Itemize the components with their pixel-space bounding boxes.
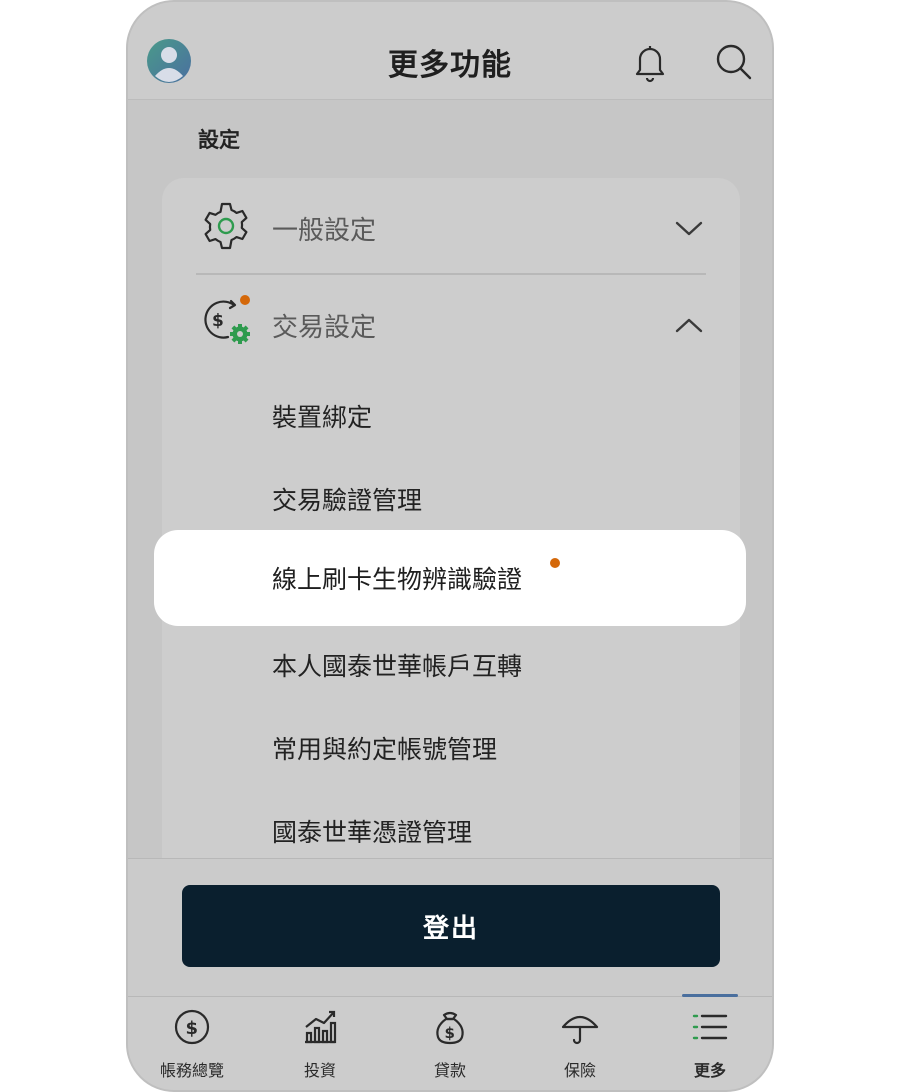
nav-label: 投資 bbox=[303, 1061, 336, 1080]
section-title-settings: 設定 bbox=[198, 128, 240, 152]
transaction-settings-row[interactable]: $ 交易設定 bbox=[162, 275, 740, 370]
general-settings-row[interactable]: 一般設定 bbox=[162, 178, 740, 275]
chevron-up-icon[interactable] bbox=[674, 315, 704, 335]
highlighted-item-online-card-biometric[interactable]: 線上刷卡生物辨識驗證 bbox=[154, 530, 746, 626]
sub-item-online-card-biometric-label: 線上刷卡生物辨識驗證 bbox=[272, 565, 523, 594]
nav-item-account-overview[interactable]: $ 帳務總覽 bbox=[128, 997, 256, 1090]
search-icon[interactable] bbox=[712, 40, 756, 84]
transaction-settings-label: 交易設定 bbox=[272, 313, 377, 343]
bell-icon[interactable] bbox=[628, 40, 672, 84]
menu-list-icon bbox=[692, 1014, 728, 1040]
page-title: 更多功能 bbox=[388, 48, 512, 83]
bar-chart-icon bbox=[305, 1010, 337, 1044]
nav-item-loans[interactable]: $ 貸款 bbox=[386, 997, 514, 1090]
nav-label: 貸款 bbox=[433, 1061, 466, 1080]
general-settings-label: 一般設定 bbox=[272, 216, 377, 246]
svg-text:$: $ bbox=[212, 311, 224, 331]
logout-button[interactable]: 登出 bbox=[182, 885, 720, 967]
nav-item-investment[interactable]: 投資 bbox=[256, 997, 384, 1090]
nav-item-insurance[interactable]: 保險 bbox=[516, 997, 644, 1090]
dollar-coin-icon: $ bbox=[174, 1009, 210, 1045]
umbrella-icon bbox=[561, 1015, 599, 1045]
logout-area: 登出 bbox=[128, 858, 772, 996]
bottom-nav: $ 帳務總覽 投資 $ 貸款 保險 更多 bbox=[128, 994, 772, 1090]
nav-item-more[interactable]: 更多 bbox=[646, 997, 772, 1090]
gear-icon bbox=[204, 202, 248, 250]
svg-text:$: $ bbox=[445, 1024, 455, 1042]
notification-dot bbox=[550, 558, 560, 568]
sub-item-device-binding[interactable]: 裝置綁定 bbox=[272, 398, 372, 434]
nav-label: 帳務總覽 bbox=[159, 1061, 224, 1080]
chevron-down-icon[interactable] bbox=[674, 218, 704, 238]
sub-item-certificate-management[interactable]: 國泰世華憑證管理 bbox=[272, 813, 472, 849]
sub-item-own-account-transfer[interactable]: 本人國泰世華帳戶互轉 bbox=[272, 647, 522, 683]
sub-item-transaction-verification[interactable]: 交易驗證管理 bbox=[272, 481, 422, 517]
sub-item-account-management[interactable]: 常用與約定帳號管理 bbox=[272, 730, 497, 766]
nav-label: 更多 bbox=[693, 1061, 726, 1080]
money-bag-icon: $ bbox=[436, 1011, 464, 1045]
app-header: 更多功能 bbox=[128, 2, 772, 100]
notification-dot bbox=[240, 295, 250, 305]
svg-text:$: $ bbox=[186, 1018, 199, 1039]
nav-label: 保險 bbox=[563, 1061, 596, 1080]
